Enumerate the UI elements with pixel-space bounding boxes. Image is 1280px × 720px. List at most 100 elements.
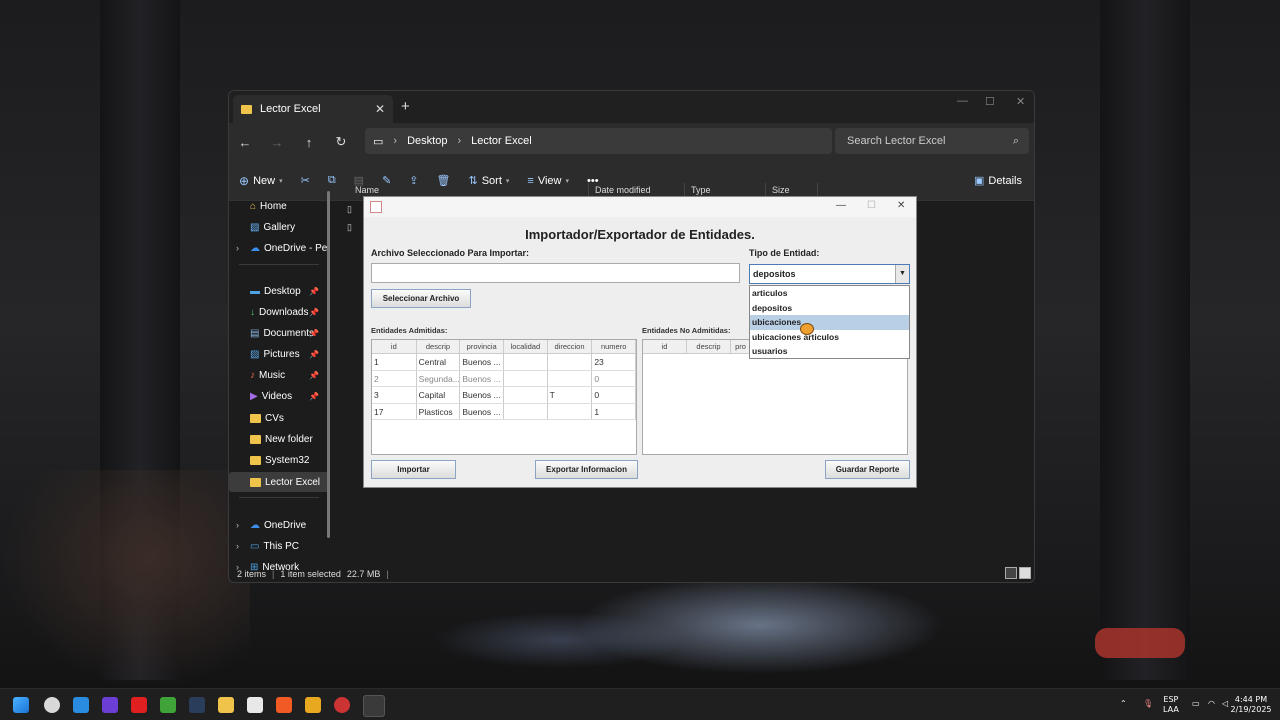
sidebar-scrollbar[interactable] xyxy=(327,191,330,538)
sidebar-item-downloads[interactable]: ↓ Downloads 📌 xyxy=(229,302,329,322)
close-icon[interactable]: ✕ xyxy=(1016,95,1025,108)
intellij-icon[interactable] xyxy=(102,697,118,713)
entity-type-select[interactable]: depositos ▼ xyxy=(749,264,910,284)
minimize-icon[interactable]: — xyxy=(836,200,846,211)
microphone-icon[interactable]: 🎙 xyxy=(1143,699,1153,709)
store-icon[interactable] xyxy=(247,697,263,713)
select-file-button[interactable]: Seleccionar Archivo xyxy=(371,289,471,308)
sidebar-item-onedrive[interactable]: › ☁ OneDrive xyxy=(229,515,329,535)
cloud-icon: ☁ xyxy=(250,519,260,531)
sidebar-item-videos[interactable]: ▶ Videos 📌 xyxy=(229,386,329,406)
chevron-up-icon[interactable]: ⌃ xyxy=(1120,699,1127,709)
brave-icon[interactable] xyxy=(276,697,292,713)
admitted-table[interactable]: id descrip provincia localidad direccion… xyxy=(371,339,637,455)
chevron-down-icon[interactable]: ▼ xyxy=(895,265,909,283)
chevron-right-icon[interactable]: › xyxy=(236,541,239,551)
dropdown-option-ubicaciones-articulos[interactable]: ubicaciones articulos xyxy=(750,330,909,345)
maximize-icon[interactable]: ☐ xyxy=(985,95,995,108)
table-row[interactable]: 1 Central Buenos ... 23 xyxy=(372,354,636,371)
column-header[interactable]: descrip xyxy=(687,340,731,353)
dropdown-option-depositos[interactable]: depositos xyxy=(750,301,909,316)
column-header[interactable]: localidad xyxy=(504,340,548,353)
column-header[interactable]: id xyxy=(643,340,687,353)
sidebar-item-home[interactable]: ⌂ Home xyxy=(229,196,329,216)
column-type[interactable]: Type xyxy=(685,183,766,197)
forward-icon[interactable]: → xyxy=(261,135,293,150)
column-name[interactable]: Name xyxy=(349,183,589,197)
breadcrumb-desktop[interactable]: Desktop xyxy=(407,135,447,147)
column-size[interactable]: Size xyxy=(766,183,818,197)
file-explorer-icon[interactable] xyxy=(218,697,234,713)
java-app-icon[interactable] xyxy=(363,695,385,717)
minimize-icon[interactable]: — xyxy=(957,95,968,107)
admitted-label: Entidades Admitidas: xyxy=(371,326,448,335)
language-indicator[interactable]: ESP LAA xyxy=(1163,695,1179,715)
sidebar-item-new-folder[interactable]: New folder xyxy=(229,429,329,449)
column-header[interactable]: pro xyxy=(731,340,751,353)
table-cell xyxy=(504,354,548,370)
sidebar-item-pictures[interactable]: ▨ Pictures 📌 xyxy=(229,344,329,364)
column-header[interactable]: direccion xyxy=(548,340,593,353)
column-date-modified[interactable]: Date modified xyxy=(589,183,685,197)
minecraft-icon[interactable] xyxy=(160,697,176,713)
sidebar-item-lector-excel[interactable]: Lector Excel xyxy=(229,472,329,492)
dropdown-option-usuarios[interactable]: usuarios xyxy=(750,344,909,359)
search-placeholder: Search Lector Excel xyxy=(847,135,946,147)
sidebar-item-documents[interactable]: ▤ Documents 📌 xyxy=(229,323,329,343)
display-icon[interactable]: ▭ xyxy=(1192,699,1200,709)
up-icon[interactable]: ↑ xyxy=(293,135,325,150)
dropdown-option-articulos[interactable]: articulos xyxy=(750,286,909,301)
sidebar-item-cvs[interactable]: CVs xyxy=(229,408,329,428)
breadcrumb-lector-excel[interactable]: Lector Excel xyxy=(471,135,532,147)
sidebar-item-desktop[interactable]: ▬ Desktop 📌 xyxy=(229,281,329,301)
address-bar[interactable]: ▭ › Desktop › Lector Excel xyxy=(365,128,832,154)
column-header[interactable]: descrip xyxy=(417,340,461,353)
sidebar-item-music[interactable]: ♪ Music 📌 xyxy=(229,365,329,385)
maximize-icon[interactable]: ☐ xyxy=(867,200,876,211)
details-button[interactable]: ▣ Details xyxy=(965,174,1034,188)
save-report-button[interactable]: Guardar Reporte xyxy=(825,460,910,479)
sidebar-item-system32[interactable]: System32 xyxy=(229,450,329,470)
explorer-tab[interactable]: Lector Excel ✕ xyxy=(233,95,393,123)
back-icon[interactable]: ← xyxy=(229,135,261,150)
tiles-view-icon[interactable] xyxy=(1019,567,1031,579)
table-row[interactable]: 17 Plasticos Buenos ... 1 xyxy=(372,403,636,420)
import-button[interactable]: Importar xyxy=(371,460,456,479)
details-view-icon[interactable] xyxy=(1005,567,1017,579)
cloud-icon: ☁ xyxy=(250,242,260,254)
file-path-field[interactable] xyxy=(371,263,740,283)
refresh-icon[interactable]: ↻ xyxy=(325,134,357,150)
copy-icon[interactable]: ⧉ xyxy=(319,174,345,187)
chrome-icon[interactable] xyxy=(334,697,350,713)
sidebar-item-onedrive-personal[interactable]: › ☁ OneDrive - Pers xyxy=(229,238,329,258)
export-button[interactable]: Exportar Informacion xyxy=(535,460,638,479)
table-cell: 3 xyxy=(372,387,417,403)
windows-start-icon[interactable] xyxy=(13,697,29,713)
search-input[interactable]: Search Lector Excel ⌕ xyxy=(835,128,1029,154)
table-row[interactable]: 3 Capital Buenos ... T 0 xyxy=(372,387,636,404)
app-icon[interactable] xyxy=(305,697,321,713)
breadcrumb-chevron-icon: › xyxy=(457,135,462,147)
shield-app-icon[interactable] xyxy=(44,697,60,713)
chevron-right-icon[interactable]: › xyxy=(236,520,239,530)
tab-close-icon[interactable]: ✕ xyxy=(375,102,385,116)
column-header[interactable]: provincia xyxy=(460,340,504,353)
youtube-icon[interactable] xyxy=(131,697,147,713)
vscode-icon[interactable] xyxy=(73,697,89,713)
sidebar-item-gallery[interactable]: ▧ Gallery xyxy=(229,217,329,237)
entity-type-label: Tipo de Entidad: xyxy=(749,248,820,258)
column-header[interactable]: numero xyxy=(592,340,636,353)
clock[interactable]: 4:44 PM 2/19/2025 xyxy=(1226,695,1276,715)
column-header[interactable]: id xyxy=(372,340,417,353)
table-cell: Plasticos xyxy=(417,403,461,419)
close-icon[interactable]: ✕ xyxy=(897,200,905,211)
table-row[interactable]: 2 Segunda... Buenos ... 0 xyxy=(372,370,636,387)
steam-icon[interactable] xyxy=(189,697,205,713)
chevron-right-icon[interactable]: › xyxy=(236,243,239,253)
dropdown-option-ubicaciones[interactable]: ubicaciones xyxy=(750,315,909,330)
sidebar-item-this-pc[interactable]: › ▭ This PC xyxy=(229,536,329,556)
new-button[interactable]: ⊕ New ▾ xyxy=(229,174,292,188)
new-tab-button[interactable]: + xyxy=(401,98,410,115)
wifi-icon[interactable]: ◠ xyxy=(1208,699,1215,709)
cut-icon[interactable]: ✂ xyxy=(292,174,319,187)
